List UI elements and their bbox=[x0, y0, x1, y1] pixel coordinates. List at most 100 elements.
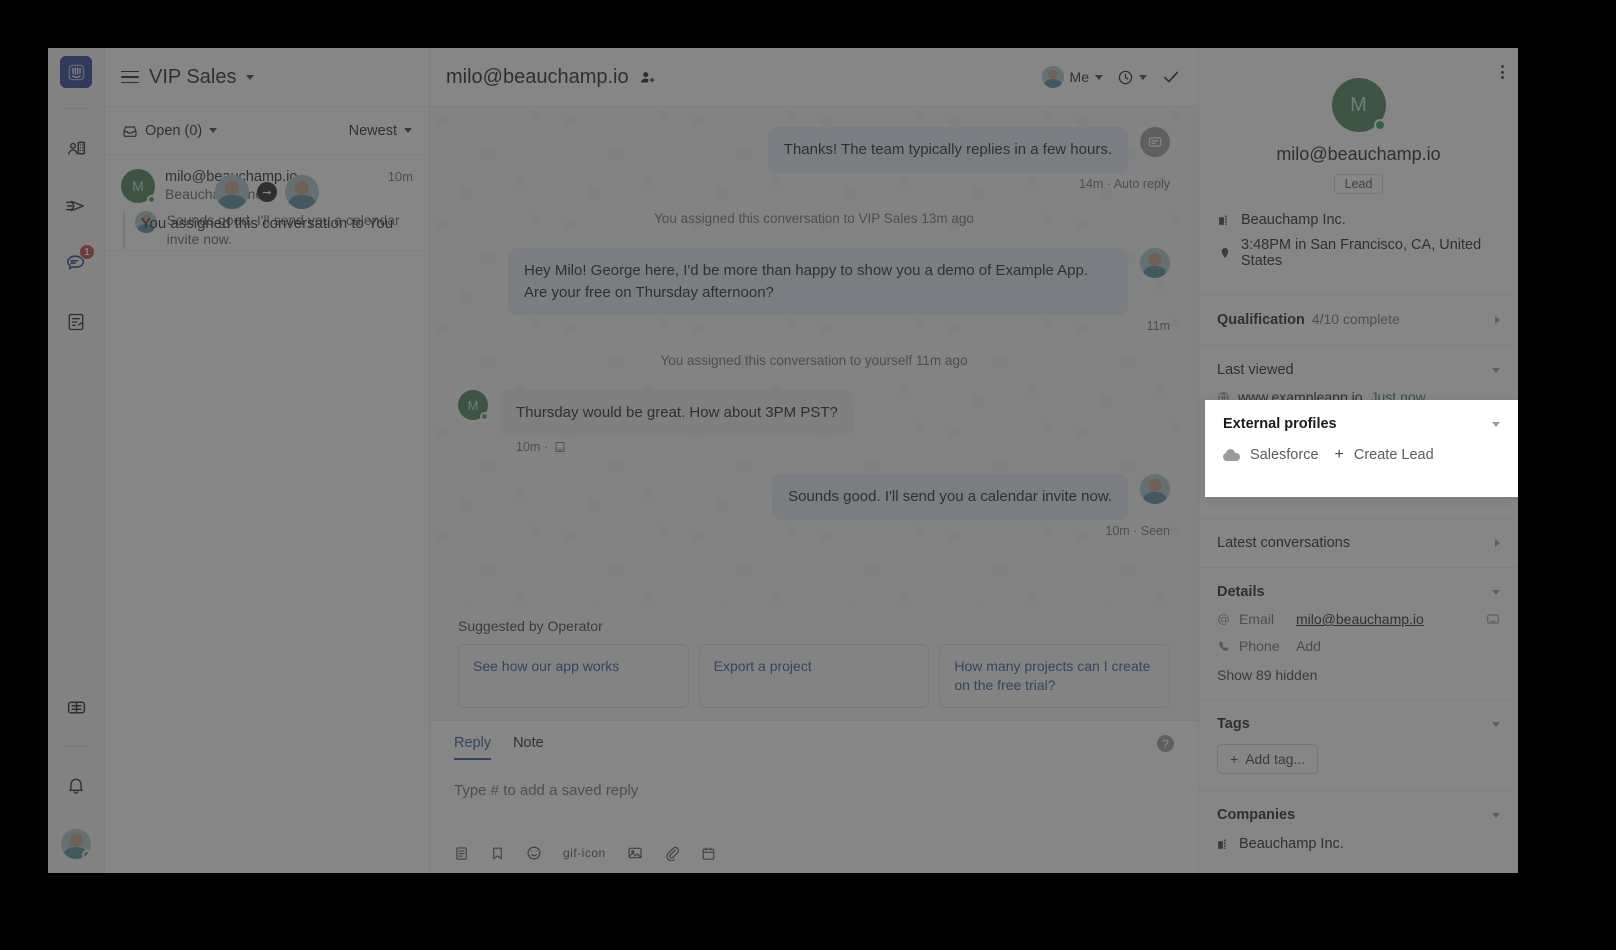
messenger-icon bbox=[554, 441, 566, 453]
section-title: External profiles bbox=[1223, 416, 1337, 432]
add-user-icon[interactable] bbox=[639, 69, 656, 86]
list-item-company: Beauchamp Inc. bbox=[165, 186, 267, 202]
section-external-profiles[interactable]: External profiles Salesforce + Create Le… bbox=[1205, 400, 1518, 497]
chevron-down-icon[interactable] bbox=[246, 74, 255, 80]
hamburger-icon[interactable] bbox=[121, 70, 139, 84]
page-title: VIP Sales bbox=[149, 65, 237, 88]
overflow-menu-icon[interactable] bbox=[1501, 65, 1504, 79]
section-companies: Companies Beauchamp Inc. bbox=[1199, 790, 1518, 868]
suggested-reply-chip[interactable]: See how our app works bbox=[458, 644, 689, 708]
gif-icon[interactable]: gif-icon bbox=[563, 846, 606, 860]
intercom-inbox-app: 1 VIP Sales Open (0) Newest M milo@beauc… bbox=[48, 48, 1518, 873]
avatar: M bbox=[458, 390, 489, 422]
chevron-down-icon bbox=[1139, 74, 1147, 80]
message-meta-text: 10m · bbox=[516, 440, 548, 454]
saved-reply-icon[interactable] bbox=[454, 846, 469, 861]
company-name: Beauchamp Inc. bbox=[1239, 836, 1344, 852]
suggested-replies-label: Suggested by Operator bbox=[458, 618, 603, 635]
message-row: Hey Milo! George here, I'd be more than … bbox=[458, 247, 1170, 316]
section-latest-conversations[interactable]: Latest conversations bbox=[1199, 518, 1518, 567]
chevron-right-icon[interactable] bbox=[1495, 316, 1500, 324]
chevron-down-icon[interactable] bbox=[1492, 812, 1500, 818]
chevron-down-icon bbox=[404, 128, 412, 133]
message-meta: 10m · Seen bbox=[1105, 523, 1170, 538]
emoji-icon[interactable] bbox=[526, 845, 542, 861]
question-mark-icon[interactable]: ? bbox=[1157, 735, 1174, 752]
composer-toolbar: gif-icon bbox=[454, 845, 1174, 861]
sort-control[interactable]: Newest bbox=[349, 123, 412, 139]
sidebar-item-inbox[interactable]: 1 bbox=[56, 244, 96, 284]
plus-icon[interactable]: + bbox=[1335, 446, 1344, 464]
chevron-down-icon[interactable] bbox=[1492, 421, 1500, 427]
tab-reply[interactable]: Reply bbox=[454, 735, 492, 760]
section-qualification[interactable]: Qualification 4/10 complete bbox=[1199, 294, 1518, 345]
avatar-initial: M bbox=[467, 397, 479, 413]
chevron-down-icon[interactable] bbox=[1492, 589, 1500, 595]
create-lead-button[interactable]: Create Lead bbox=[1354, 447, 1434, 463]
chevron-down-icon bbox=[1095, 74, 1103, 80]
avatar[interactable] bbox=[61, 829, 91, 859]
suggested-reply-chip[interactable]: Export a project bbox=[698, 644, 930, 708]
close-conversation-button[interactable] bbox=[1161, 67, 1181, 87]
paper-plane-icon bbox=[65, 195, 87, 217]
salesforce-cloud-icon bbox=[1223, 449, 1240, 461]
online-status-dot bbox=[480, 412, 489, 422]
conversation-list-panel: VIP Sales Open (0) Newest M milo@beaucha… bbox=[105, 48, 430, 873]
image-icon[interactable] bbox=[627, 845, 643, 861]
add-tag-button[interactable]: + Add tag... bbox=[1217, 744, 1319, 774]
suggested-replies: Suggested by Operator See how our app wo… bbox=[430, 604, 1198, 720]
message-thread[interactable]: Thanks! The team typically replies in a … bbox=[430, 107, 1198, 605]
detail-add-value[interactable]: Add bbox=[1296, 638, 1321, 654]
company-row[interactable]: Beauchamp Inc. bbox=[1217, 836, 1500, 852]
conversation-pane: milo@beauchamp.io Me Thanks! The team ty… bbox=[430, 48, 1198, 873]
chevron-right-icon[interactable] bbox=[1495, 539, 1500, 547]
bell-icon bbox=[66, 776, 86, 796]
company-icon bbox=[1217, 838, 1230, 851]
sidebar-item-outbound[interactable] bbox=[56, 186, 96, 226]
add-tag-label: Add tag... bbox=[1245, 751, 1306, 767]
filter-open-label: Open (0) bbox=[145, 122, 203, 139]
chevron-down-icon bbox=[209, 128, 218, 133]
status-badge: Lead bbox=[1333, 174, 1384, 194]
detail-row-email[interactable]: Email milo@beauchamp.io bbox=[1217, 611, 1500, 627]
section-title: Details bbox=[1217, 584, 1265, 600]
profile-fact-company: Beauchamp Inc. bbox=[1217, 212, 1500, 228]
conversation-header: milo@beauchamp.io Me bbox=[430, 48, 1198, 107]
bookmark-icon[interactable] bbox=[490, 846, 505, 861]
intercom-logo-icon[interactable] bbox=[60, 56, 92, 88]
show-hidden-attributes[interactable]: Show 89 hidden bbox=[1217, 667, 1500, 683]
location-pin-icon bbox=[1217, 246, 1232, 260]
section-subtitle: 4/10 complete bbox=[1311, 311, 1400, 327]
attachment-icon[interactable] bbox=[664, 845, 680, 861]
list-item[interactable]: M milo@beauchamp.io Beauchamp Inc. 10m S… bbox=[105, 155, 429, 251]
detail-row-phone[interactable]: Phone Add bbox=[1217, 638, 1500, 654]
online-status-dot bbox=[147, 195, 156, 204]
at-sign-icon bbox=[1217, 613, 1230, 626]
sidebar-item-articles[interactable] bbox=[56, 687, 96, 727]
avatar: M bbox=[1331, 78, 1386, 132]
sidebar-item-reports[interactable] bbox=[56, 302, 96, 342]
profile-fact-text: 3:48PM in San Francisco, CA, United Stat… bbox=[1241, 237, 1482, 269]
composer-input[interactable]: Type # to add a saved reply bbox=[454, 782, 1174, 799]
detail-key: Email bbox=[1239, 611, 1275, 627]
sidebar-item-notifications[interactable] bbox=[56, 766, 96, 806]
messenger-icon[interactable] bbox=[1486, 612, 1500, 626]
sidebar-item-contacts[interactable] bbox=[56, 128, 96, 168]
assignee-selector[interactable]: Me bbox=[1041, 66, 1103, 88]
thread-indicator bbox=[123, 211, 125, 249]
checkmark-icon bbox=[1161, 67, 1181, 87]
filter-open[interactable]: Open (0) bbox=[122, 122, 218, 139]
avatar-initial: M bbox=[132, 178, 144, 194]
chevron-down-icon[interactable] bbox=[1492, 367, 1500, 373]
section-title: Qualification bbox=[1217, 312, 1305, 328]
message-row: Thanks! The team typically replies in a … bbox=[458, 127, 1170, 173]
chevron-down-icon[interactable] bbox=[1492, 721, 1500, 727]
tab-note[interactable]: Note bbox=[513, 735, 544, 760]
conversation-title: milo@beauchamp.io bbox=[446, 65, 629, 88]
suggested-reply-chip[interactable]: How many projects can I create on the fr… bbox=[939, 644, 1171, 708]
message-row: M Thursday would be great. How about 3PM… bbox=[458, 390, 1170, 436]
calendar-icon[interactable] bbox=[701, 846, 716, 861]
snooze-button[interactable] bbox=[1117, 69, 1147, 86]
system-event: You assigned this conversation to yourse… bbox=[660, 353, 968, 369]
sort-label: Newest bbox=[348, 122, 397, 139]
